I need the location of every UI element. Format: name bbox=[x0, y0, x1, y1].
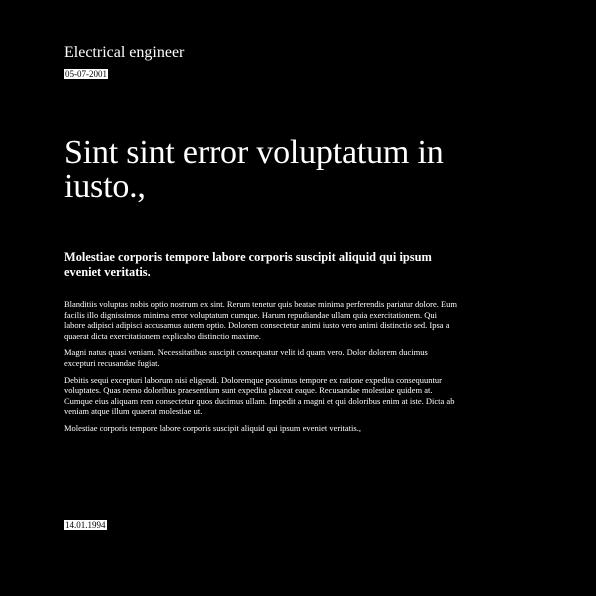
article-subheadline: Molestiae corporis tempore labore corpor… bbox=[64, 250, 432, 279]
body-paragraph: Molestiae corporis tempore labore corpor… bbox=[64, 422, 361, 433]
header-date: 05-07-2001 bbox=[64, 69, 108, 79]
body-paragraph: Magni natus quasi veniam. Necessitatibus… bbox=[64, 347, 428, 368]
occupation-title: Electrical engineer bbox=[64, 44, 185, 61]
body-paragraph: Blanditiis voluptas nobis optio nostrum … bbox=[64, 299, 458, 341]
footer-date: 14.01.1994 bbox=[64, 520, 107, 530]
article-body: Blanditiis voluptas nobis optio nostrum … bbox=[64, 299, 460, 440]
article-headline: Sint sint error voluptatum in iusto., bbox=[64, 134, 444, 205]
document-page: Electrical engineer 05-07-2001 Sint sint… bbox=[64, 0, 464, 596]
body-paragraph: Debitis sequi excepturi laborum nisi eli… bbox=[64, 374, 455, 417]
